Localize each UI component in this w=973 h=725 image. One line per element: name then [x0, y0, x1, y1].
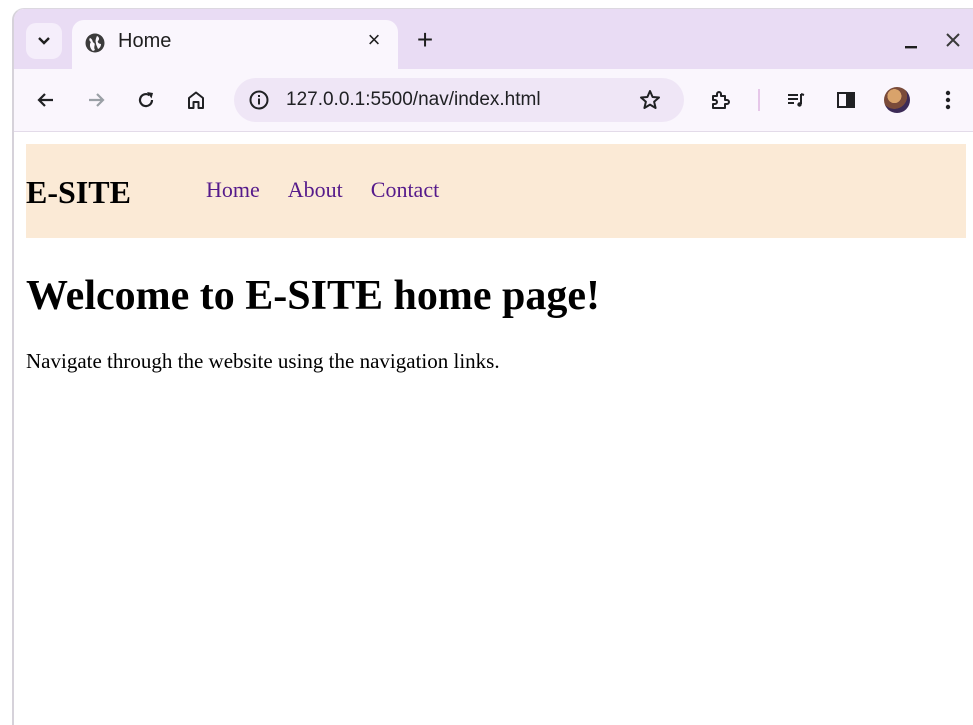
tab-title: Home: [118, 30, 172, 52]
nav-link-contact[interactable]: Contact: [371, 177, 439, 203]
window-close-icon[interactable]: [942, 27, 964, 53]
home-icon[interactable]: [180, 84, 212, 116]
browser-window: Home × + 127.0.0.1:5500/nav/index.html E…: [12, 8, 973, 725]
reload-icon[interactable]: [130, 84, 162, 116]
star-icon[interactable]: [638, 88, 662, 112]
forward-arrow-icon[interactable]: [80, 84, 112, 116]
nav-link-home[interactable]: Home: [206, 177, 260, 203]
minimize-icon[interactable]: [900, 27, 922, 53]
toolbar: 127.0.0.1:5500/nav/index.html: [14, 69, 973, 132]
profile-avatar[interactable]: [884, 87, 910, 113]
tab-home[interactable]: Home ×: [72, 20, 398, 69]
site-brand: E-SITE: [26, 174, 131, 210]
globe-icon: [84, 32, 106, 54]
extensions-icon[interactable]: [704, 84, 736, 116]
address-bar[interactable]: 127.0.0.1:5500/nav/index.html: [234, 78, 684, 122]
url-text[interactable]: 127.0.0.1:5500/nav/index.html: [286, 89, 541, 111]
page-paragraph: Navigate through the website using the n…: [26, 349, 500, 373]
nav-links: Home About Contact: [206, 177, 439, 203]
page-content: E-SITE Home About Contact Welcome to E-S…: [14, 132, 973, 725]
page-heading: Welcome to E-SITE home page!: [26, 273, 600, 319]
plus-icon[interactable]: +: [412, 26, 438, 54]
site-navbar: E-SITE Home About Contact: [26, 144, 966, 238]
toolbar-divider: [758, 89, 760, 111]
site-info-icon[interactable]: [248, 89, 270, 111]
side-panel-icon[interactable]: [830, 84, 862, 116]
close-icon[interactable]: ×: [364, 29, 384, 51]
chevron-down-icon: [37, 36, 51, 46]
more-menu-icon[interactable]: [932, 84, 964, 116]
tab-strip: Home × +: [14, 9, 973, 69]
tab-search-button[interactable]: [26, 23, 62, 59]
reading-list-icon[interactable]: [780, 84, 812, 116]
nav-link-about[interactable]: About: [288, 177, 343, 203]
back-arrow-icon[interactable]: [30, 84, 62, 116]
